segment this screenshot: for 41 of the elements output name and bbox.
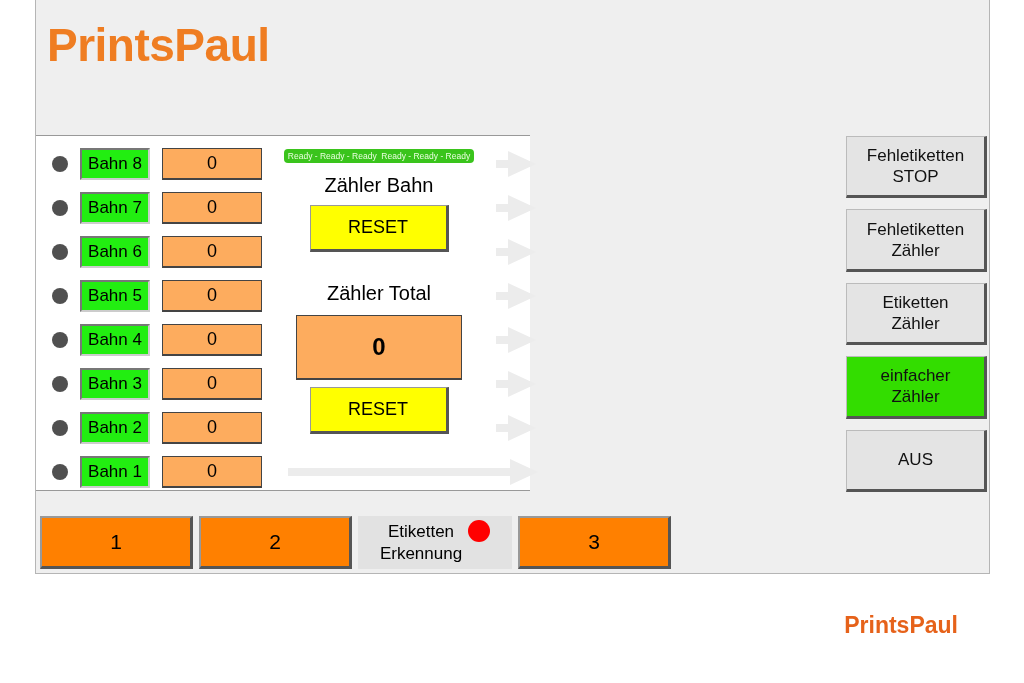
mode-button[interactable]: Fehletiketten STOP <box>846 136 987 199</box>
mode-button[interactable]: Fehletiketten Zähler <box>846 209 987 272</box>
lane-label: Bahn 4 <box>80 324 150 356</box>
lane-label: Bahn 5 <box>80 280 150 312</box>
lane-indicator-icon <box>52 464 68 480</box>
reset-button[interactable]: RESET <box>309 205 449 252</box>
lane-label: Bahn 2 <box>80 412 150 444</box>
lane-counter: 0 <box>162 368 262 400</box>
lane-button[interactable]: 3 <box>518 516 671 569</box>
counter-title: Zähler Bahn <box>324 174 434 197</box>
lane-indicator-icon <box>52 420 68 436</box>
lane-counter: 0 <box>162 280 262 312</box>
lane-counter: 0 <box>162 324 262 356</box>
lane-indicator-icon <box>52 200 68 216</box>
lane-indicator-icon <box>52 156 68 172</box>
counter-title: Zähler Total <box>326 282 432 305</box>
lane-counter: 0 <box>162 148 262 180</box>
lane-indicator-icon <box>52 332 68 348</box>
lane-button[interactable]: 1 <box>40 516 193 569</box>
lane-label: Bahn 3 <box>80 368 150 400</box>
logo: PrintsPaul <box>47 18 270 72</box>
lane-counter: 0 <box>162 412 262 444</box>
mode-button[interactable]: einfacher Zähler <box>846 356 987 419</box>
lane-indicator-icon <box>52 244 68 260</box>
total-counter: 0 <box>296 315 462 380</box>
footer-logo: PrintsPaul <box>844 612 958 639</box>
lane-indicator-icon <box>52 288 68 304</box>
lane-label: Bahn 1 <box>80 456 150 488</box>
indicator-label: Etiketten Erkennung <box>379 520 463 565</box>
lane-indicator-icon <box>52 376 68 392</box>
lane-button[interactable]: 2 <box>199 516 352 569</box>
lane-counter: 0 <box>162 192 262 224</box>
mode-button[interactable]: AUS <box>846 429 987 493</box>
lane-counter: 0 <box>162 236 262 268</box>
lane-counter: 0 <box>162 456 262 488</box>
reset-button[interactable]: RESET <box>309 387 449 434</box>
mode-button[interactable]: Etiketten Zähler <box>846 282 987 346</box>
lane-label: Bahn 8 <box>80 148 150 180</box>
lane-label: Bahn 7 <box>80 192 150 224</box>
lane-label: Bahn 6 <box>80 236 150 268</box>
status-bar: Ready - Ready - Ready Ready - Ready - Ready <box>283 149 475 163</box>
